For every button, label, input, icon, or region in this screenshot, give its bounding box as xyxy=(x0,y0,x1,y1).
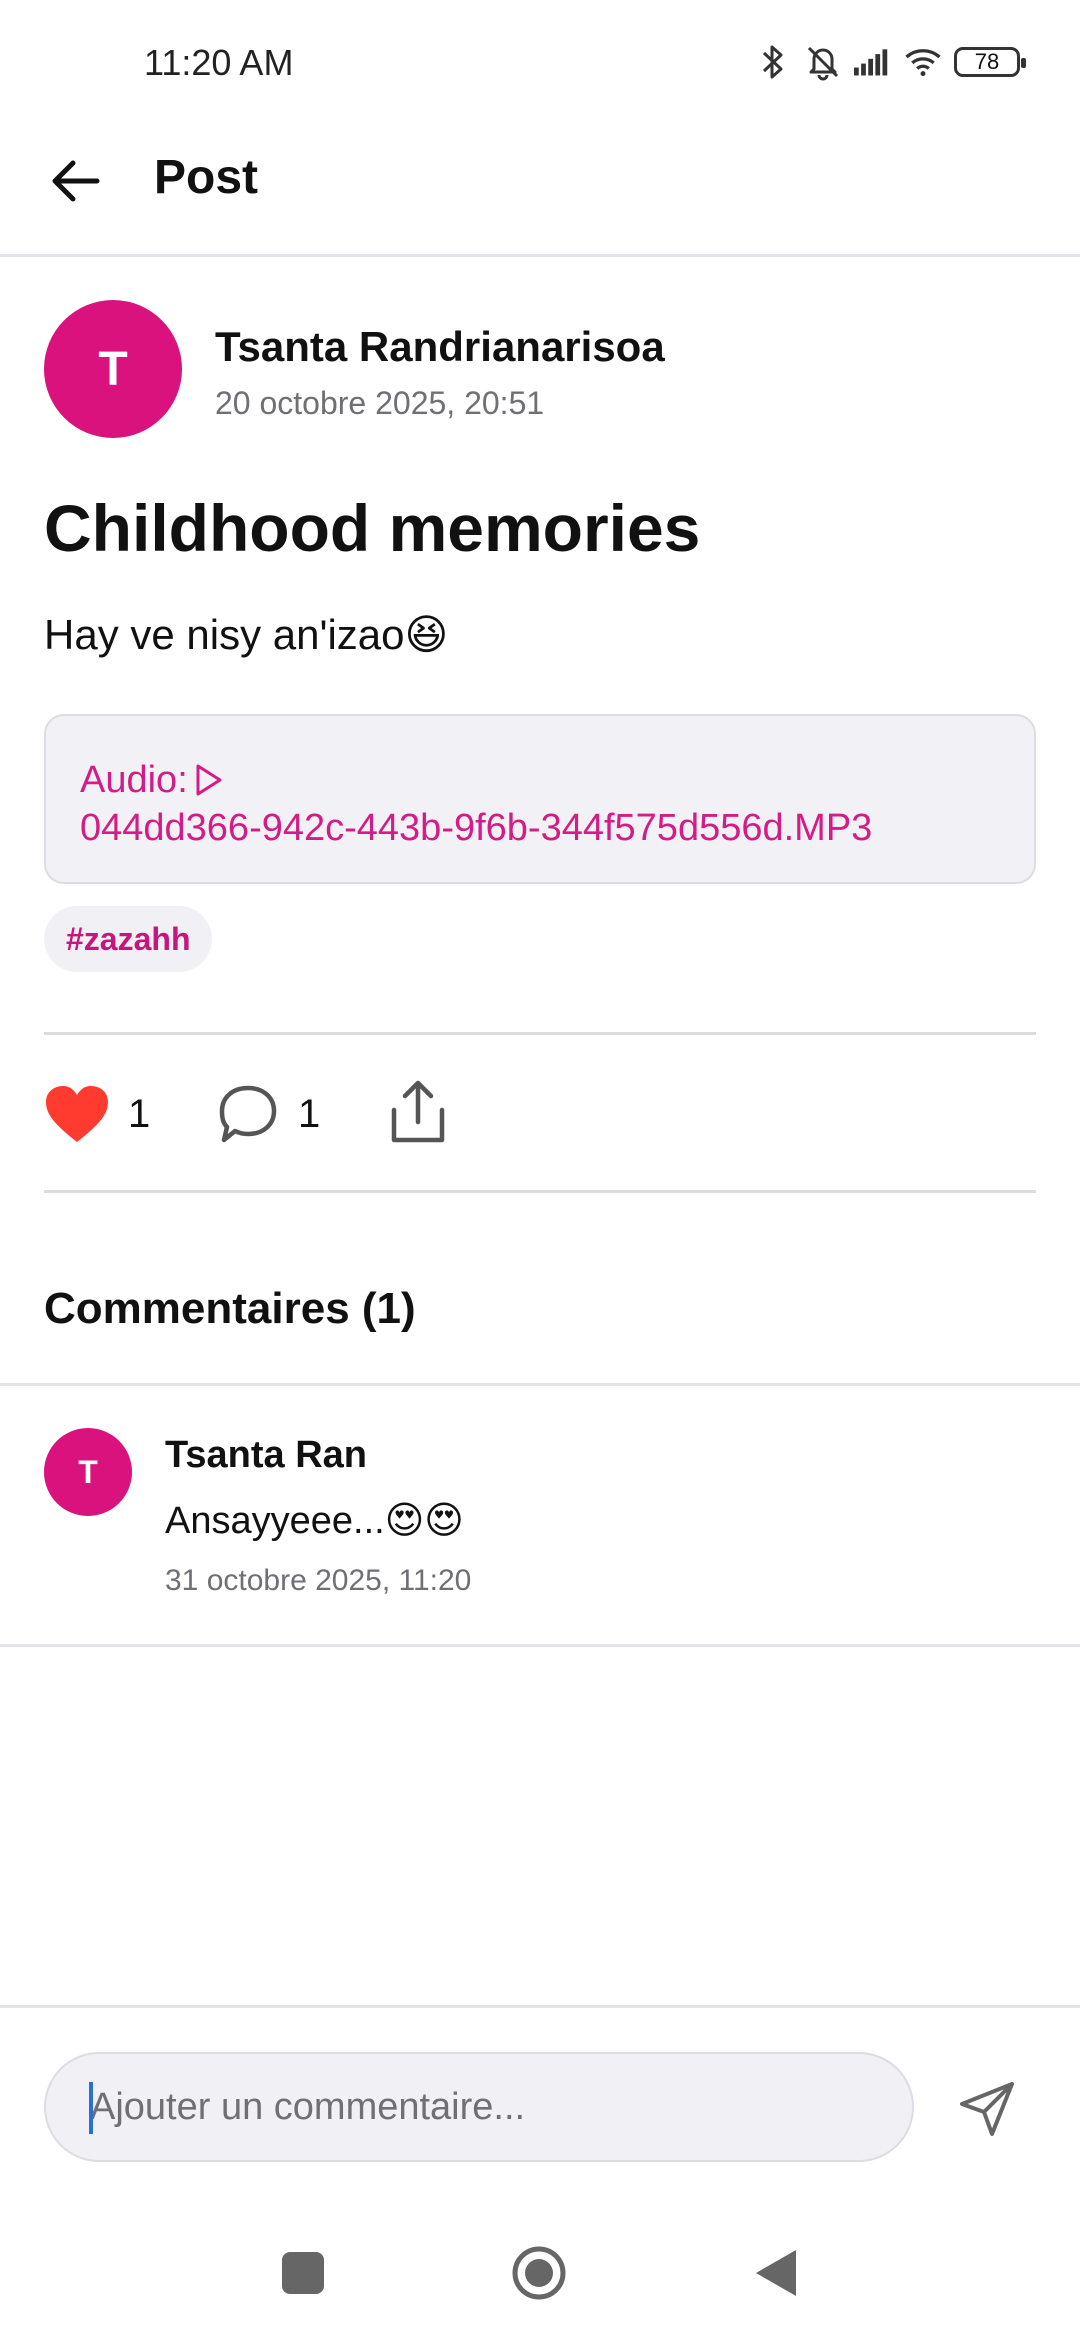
audio-label-line: Audio: xyxy=(80,756,1000,804)
status-icons: 78 xyxy=(754,38,1026,86)
post-body: Hay ve nisy an'izao😆 xyxy=(44,611,449,658)
composer-divider xyxy=(0,2005,1080,2008)
nav-back-button[interactable] xyxy=(754,2248,798,2298)
comments-divider xyxy=(0,1383,1080,1386)
comment-avatar[interactable]: T xyxy=(44,1428,132,1516)
like-count: 1 xyxy=(128,1092,151,1136)
comment-bottom-divider xyxy=(0,1644,1080,1647)
author-avatar[interactable]: T xyxy=(44,300,182,438)
play-icon[interactable] xyxy=(194,763,224,797)
nav-recents-icon[interactable] xyxy=(282,2252,324,2294)
share-icon xyxy=(391,1080,445,1143)
author-name[interactable]: Tsanta Randrianarisoa xyxy=(215,323,665,371)
heart-icon xyxy=(46,1086,108,1142)
back-arrow-icon xyxy=(52,160,100,202)
status-time: 11:20 AM xyxy=(144,42,294,83)
share-button[interactable] xyxy=(388,1078,448,1146)
comment-date: 31 octobre 2025, 11:20 xyxy=(165,1564,472,1597)
bell-off-icon xyxy=(804,43,842,81)
wifi-icon xyxy=(904,43,942,81)
comments-heading: Commentaires (1) xyxy=(44,1284,416,1333)
send-icon xyxy=(960,2082,1014,2136)
actions-top-divider xyxy=(44,1032,1036,1035)
actions-bottom-divider xyxy=(44,1190,1036,1193)
comment-icon xyxy=(219,1085,277,1143)
audio-label: Audio: xyxy=(80,759,188,801)
home-icon xyxy=(512,2246,566,2300)
signal-icon xyxy=(854,43,892,81)
page-title: Post xyxy=(154,151,259,204)
hashtag-chip[interactable]: #zazahh xyxy=(44,906,213,972)
comment-input[interactable] xyxy=(46,2054,912,2160)
text-caret xyxy=(89,2082,93,2134)
audio-attachment[interactable]: Audio: 044dd366-942c-443b-9f6b-344f575d5… xyxy=(44,714,1036,884)
comment-button[interactable] xyxy=(216,1082,280,1146)
send-button[interactable] xyxy=(952,2072,1024,2144)
bluetooth-icon xyxy=(754,43,792,81)
nav-back-icon xyxy=(756,2250,796,2296)
battery-icon: 78 xyxy=(954,47,1026,77)
comment-input-wrapper xyxy=(44,2052,914,2162)
post-title: Childhood memories xyxy=(44,491,701,565)
like-button[interactable] xyxy=(44,1084,110,1144)
audio-filename[interactable]: 044dd366-942c-443b-9f6b-344f575d556d.MP3 xyxy=(80,804,1000,852)
back-button[interactable] xyxy=(40,146,110,216)
post-date: 20 octobre 2025, 20:51 xyxy=(215,385,545,421)
nav-home-button[interactable] xyxy=(512,2246,566,2300)
comment-author[interactable]: Tsanta Ran xyxy=(165,1434,367,1477)
appbar-divider xyxy=(0,254,1080,257)
comment-count: 1 xyxy=(298,1092,321,1136)
comment-text: Ansayyeee...😍😍 xyxy=(165,1500,464,1542)
